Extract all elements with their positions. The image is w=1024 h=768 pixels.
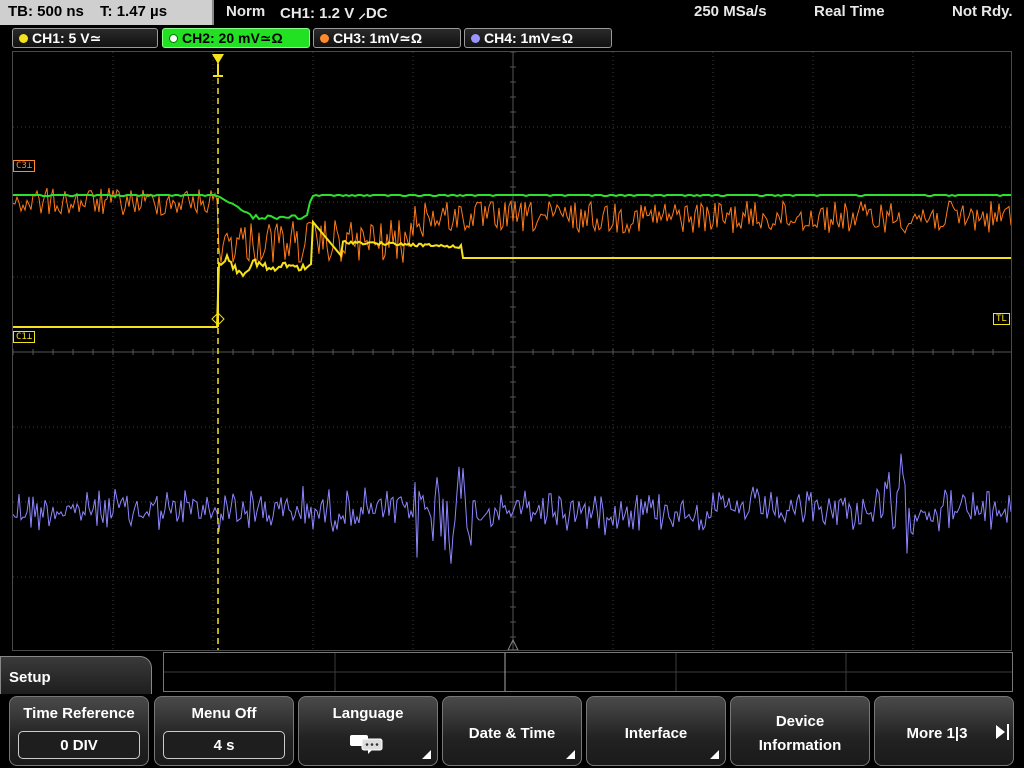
submenu-arrow-icon — [566, 750, 575, 759]
trigger-position-icon[interactable] — [212, 54, 224, 64]
channel-tab-ch3[interactable]: CH3: 1mV≃Ω — [313, 28, 461, 48]
timebase-value: TB: 500 ns — [8, 3, 84, 20]
softkey-label: Language — [332, 705, 404, 722]
softkey-label: More 1|3 — [906, 725, 968, 742]
more-softkey[interactable]: More 1|3 — [874, 696, 1014, 766]
status-bar: TB: 500 ns T: 1.47 µs Norm CH1: 1.2 V ⸝D… — [0, 0, 1024, 26]
trigger-mode[interactable]: Norm — [226, 3, 265, 20]
sample-rate: 250 MSa/s — [694, 3, 767, 20]
submenu-arrow-icon — [710, 750, 719, 759]
softkey-bar: Time Reference 0 DIV Menu Off 4 s Langua… — [0, 694, 1024, 768]
channel-tab-ch1[interactable]: CH1: 5 V≃ — [12, 28, 158, 48]
trigger-level-marker[interactable]: TL — [993, 313, 1010, 325]
channel-label: CH3: 1mV≃Ω — [333, 30, 423, 46]
speech-bubble-icon — [299, 731, 437, 760]
softkey-label: Time Reference — [23, 705, 135, 722]
softkey-label: Menu Off — [191, 705, 257, 722]
softkey-label-line2: Information — [758, 737, 842, 754]
menu-off-softkey[interactable]: Menu Off 4 s — [154, 696, 294, 766]
menu-off-value[interactable]: 4 s — [163, 731, 285, 759]
waveform-display[interactable]: C3⊥ C1⊥ TL — [12, 51, 1012, 651]
ch2-dot-icon — [169, 34, 178, 43]
zoom-overview-grid — [164, 653, 1012, 691]
timebase-box[interactable]: TB: 500 ns T: 1.47 µs — [0, 0, 214, 25]
softkey-label: Interface — [624, 725, 688, 742]
next-page-bar-icon — [1007, 724, 1009, 740]
date-time-softkey[interactable]: Date & Time — [442, 696, 582, 766]
time-reference-value[interactable]: 0 DIV — [18, 731, 140, 759]
trigger-time-value: T: 1.47 µs — [100, 3, 168, 20]
channel-label: CH2: 20 mV≃Ω — [182, 30, 283, 46]
channel-label: CH4: 1mV≃Ω — [484, 30, 574, 46]
channel-tabs: CH1: 5 V≃ CH2: 20 mV≃Ω CH3: 1mV≃Ω CH4: 1… — [0, 26, 1024, 50]
softkey-label-line1: Device — [775, 713, 825, 730]
zoom-overview-area — [163, 652, 1013, 692]
next-page-arrow-icon — [996, 725, 1005, 739]
channel-tab-ch2[interactable]: CH2: 20 mV≃Ω — [162, 28, 310, 48]
time-reference-softkey[interactable]: Time Reference 0 DIV — [9, 696, 149, 766]
ch1-reference-marker[interactable]: C1⊥ — [13, 331, 36, 343]
interface-softkey[interactable]: Interface — [586, 696, 726, 766]
menu-title-tab: Setup — [0, 656, 152, 696]
ch3-dot-icon — [320, 34, 329, 43]
waveform-canvas — [13, 52, 1011, 650]
ch3-reference-marker[interactable]: C3⊥ — [13, 160, 36, 172]
submenu-arrow-icon — [422, 750, 431, 759]
ready-state: Not Rdy. — [952, 3, 1013, 20]
softkey-label: Date & Time — [468, 725, 556, 742]
menu-title: Setup — [9, 669, 51, 686]
ch1-dot-icon — [19, 34, 28, 43]
channel-tab-ch4[interactable]: CH4: 1mV≃Ω — [464, 28, 612, 48]
trigger-level[interactable]: CH1: 1.2 V ⸝DC — [280, 3, 388, 23]
device-information-softkey[interactable]: Device Information — [730, 696, 870, 766]
acquisition-mode[interactable]: Real Time — [814, 3, 885, 20]
language-softkey[interactable]: Language — [298, 696, 438, 766]
graticule-grid — [13, 52, 1011, 650]
channel-label: CH1: 5 V≃ — [32, 30, 102, 46]
ch4-dot-icon — [471, 34, 480, 43]
